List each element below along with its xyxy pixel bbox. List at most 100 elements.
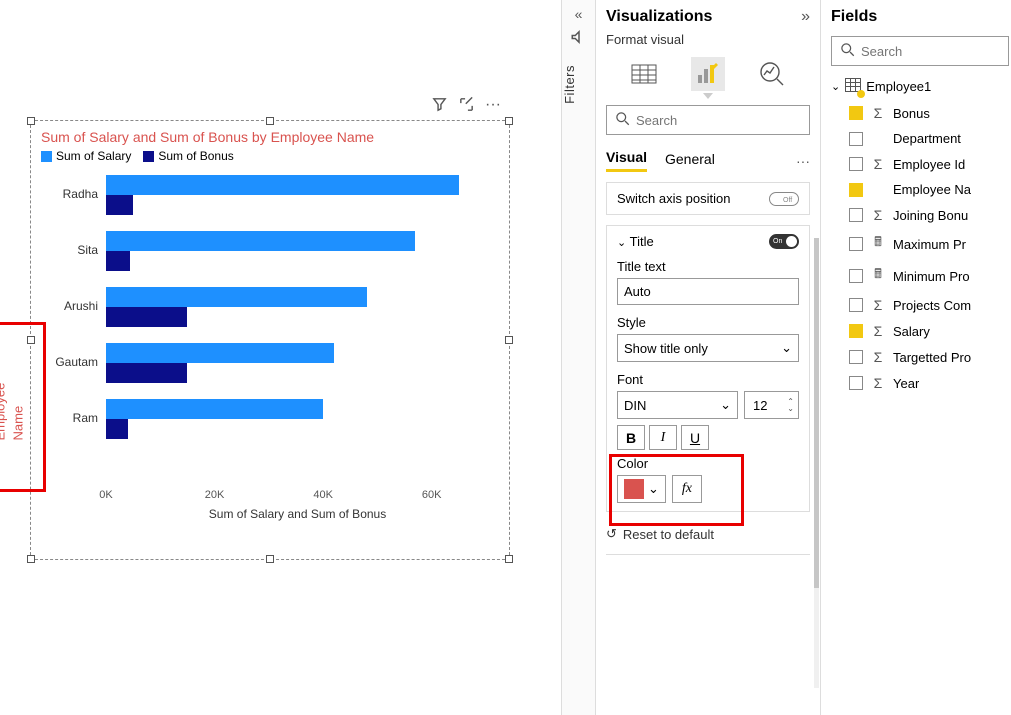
field-checkbox[interactable] — [849, 132, 863, 146]
tab-visual[interactable]: Visual — [606, 149, 647, 172]
format-visual-icon[interactable] — [691, 57, 725, 91]
scrollbar[interactable] — [814, 238, 819, 688]
bar-group: Radha — [106, 169, 489, 225]
field-name-label: Maximum Pr — [893, 237, 966, 252]
tabs-more-icon[interactable]: ··· — [796, 153, 810, 169]
category-label: Radha — [36, 187, 98, 201]
viz-search[interactable] — [606, 105, 810, 135]
bar-salary[interactable] — [106, 231, 415, 251]
search-icon — [615, 111, 630, 129]
bar-bonus[interactable] — [106, 195, 133, 215]
field-row[interactable]: ΣTargetted Pro — [831, 349, 1011, 365]
x-tick: 0K — [99, 489, 112, 501]
title-accordion-header[interactable]: ⌄ Title On — [617, 234, 799, 249]
collapse-viz-icon[interactable]: » — [801, 8, 810, 26]
bar-bonus[interactable] — [106, 419, 128, 439]
field-checkbox[interactable] — [849, 298, 863, 312]
font-size-input[interactable]: 12 ⌃⌄ — [744, 391, 799, 419]
sigma-icon: Σ — [871, 349, 885, 365]
resize-handle[interactable] — [27, 117, 35, 125]
resize-handle[interactable] — [27, 555, 35, 563]
field-row[interactable]: ΣBonus — [831, 105, 1011, 121]
title-text-input[interactable]: Auto — [617, 278, 799, 305]
spin-down-icon[interactable]: ⌄ — [787, 405, 794, 412]
bold-button[interactable]: B — [617, 425, 645, 450]
switch-axis-row: Switch axis position Off — [606, 182, 810, 215]
field-checkbox[interactable] — [849, 157, 863, 171]
sigma-icon: Σ — [871, 105, 885, 121]
field-name-label: Projects Com — [893, 298, 971, 313]
fields-search-input[interactable] — [861, 44, 1000, 59]
viz-search-input[interactable] — [636, 113, 801, 128]
field-row[interactable]: ΣEmployee Id — [831, 156, 1011, 172]
fields-search[interactable] — [831, 36, 1009, 66]
chart-legend: Sum of Salary Sum of Bonus — [31, 149, 509, 169]
report-canvas[interactable]: ··· Sum of Salary and Sum of Bonus by Em… — [0, 0, 561, 715]
field-checkbox[interactable] — [849, 106, 863, 120]
announce-icon[interactable] — [562, 28, 595, 51]
more-options-icon[interactable]: ··· — [485, 96, 501, 118]
field-checkbox[interactable] — [849, 208, 863, 222]
style-select[interactable]: Show title only ⌄ — [617, 334, 799, 362]
legend-swatch-salary — [41, 151, 52, 162]
field-checkbox[interactable] — [849, 324, 863, 338]
reset-to-default[interactable]: ↺ Reset to default — [606, 526, 810, 542]
sigma-icon: Σ — [871, 156, 885, 172]
fields-pane: Fields ⌄ Employee1 ΣBonusDepartmentΣEmpl… — [821, 0, 1011, 715]
field-row[interactable]: ΣProjects Com — [831, 297, 1011, 313]
sigma-icon: Σ — [871, 375, 885, 391]
bar-salary[interactable] — [106, 287, 367, 307]
title-text-label: Title text — [617, 259, 799, 274]
field-checkbox[interactable] — [849, 376, 863, 390]
chart-visual[interactable]: ··· Sum of Salary and Sum of Bonus by Em… — [30, 120, 510, 560]
filters-label[interactable]: Filters — [562, 65, 577, 104]
field-row[interactable]: 🖩Minimum Pro — [831, 265, 1011, 287]
category-label: Gautam — [36, 355, 98, 369]
build-visual-icon[interactable] — [627, 57, 661, 91]
resize-handle[interactable] — [505, 117, 513, 125]
x-axis-label: Sum of Salary and Sum of Bonus — [106, 507, 489, 521]
bar-bonus[interactable] — [106, 251, 130, 271]
font-family-select[interactable]: DIN ⌄ — [617, 391, 738, 419]
title-accordion: ⌄ Title On Title text Auto Style Show ti… — [606, 225, 810, 512]
bar-salary[interactable] — [106, 343, 334, 363]
switch-axis-toggle[interactable]: Off — [769, 192, 799, 206]
bar-salary[interactable] — [106, 399, 323, 419]
search-icon — [840, 42, 855, 60]
chevron-down-icon: ⌄ — [831, 80, 840, 93]
field-row[interactable]: Department — [831, 131, 1011, 146]
field-row[interactable]: ΣJoining Bonu — [831, 207, 1011, 223]
bar-salary[interactable] — [106, 175, 459, 195]
table-employee1[interactable]: ⌄ Employee1 — [831, 78, 1011, 95]
field-name-label: Minimum Pro — [893, 269, 970, 284]
italic-button[interactable]: I — [649, 425, 677, 450]
field-checkbox[interactable] — [849, 269, 863, 283]
field-name-label: Department — [893, 131, 961, 146]
reset-icon: ↺ — [606, 526, 617, 542]
expand-filters-icon[interactable]: « — [562, 6, 595, 22]
resize-handle[interactable] — [505, 555, 513, 563]
underline-button[interactable]: U — [681, 425, 709, 450]
bar-bonus[interactable] — [106, 363, 187, 383]
field-row[interactable]: ΣSalary — [831, 323, 1011, 339]
tab-general[interactable]: General — [665, 151, 715, 171]
y-axis-label: Employee Name — [0, 383, 26, 441]
chart-title: Sum of Salary and Sum of Bonus by Employ… — [31, 121, 509, 149]
focus-mode-icon[interactable] — [458, 96, 475, 118]
title-toggle[interactable]: On — [769, 234, 799, 249]
field-row[interactable]: ΣYear — [831, 375, 1011, 391]
resize-handle[interactable] — [266, 117, 274, 125]
field-checkbox[interactable] — [849, 237, 863, 251]
bar-bonus[interactable] — [106, 307, 187, 327]
field-row[interactable]: Employee Na — [831, 182, 1011, 197]
bar-group: Ram — [106, 393, 489, 449]
analytics-icon[interactable] — [755, 57, 789, 91]
field-checkbox[interactable] — [849, 350, 863, 364]
field-row[interactable]: 🖩Maximum Pr — [831, 233, 1011, 255]
sigma-icon: Σ — [871, 323, 885, 339]
x-tick: 20K — [205, 489, 225, 501]
resize-handle[interactable] — [266, 555, 274, 563]
sigma-icon: Σ — [871, 207, 885, 223]
field-checkbox[interactable] — [849, 183, 863, 197]
filter-icon[interactable] — [431, 96, 448, 118]
